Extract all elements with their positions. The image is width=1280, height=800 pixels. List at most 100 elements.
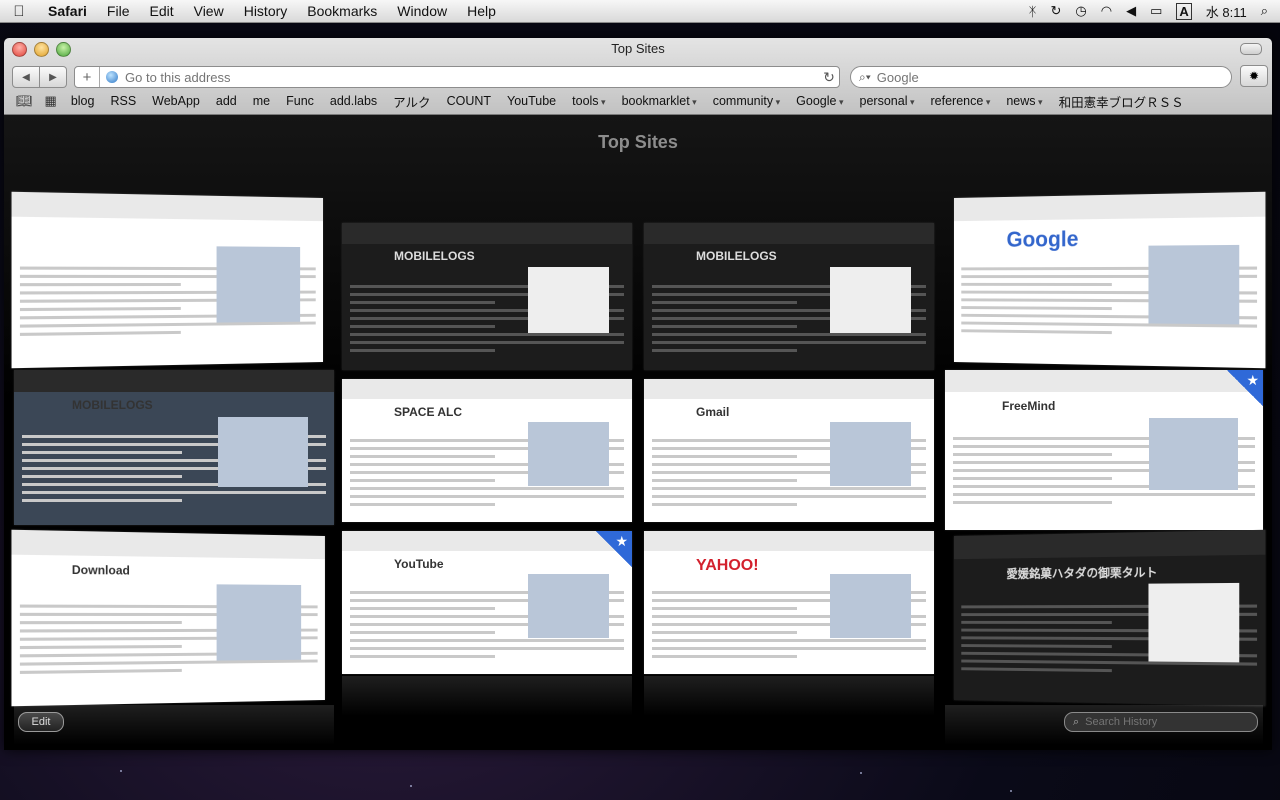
thumbnail-headline: Download xyxy=(71,562,130,578)
toolbar-toggle-button[interactable] xyxy=(1240,43,1262,55)
add-bookmark-button[interactable]: + xyxy=(75,67,100,87)
back-button[interactable]: ◀ xyxy=(12,66,40,88)
menu-bookmarks[interactable]: Bookmarks xyxy=(297,3,387,19)
edit-button[interactable]: Edit xyxy=(18,712,64,732)
bookmark-item[interactable]: Func xyxy=(278,94,322,108)
thumbnail-text-line xyxy=(19,306,181,311)
desktop-star xyxy=(860,772,862,774)
thumbnail-text-line xyxy=(350,479,495,483)
bookmark-item[interactable]: blog xyxy=(63,94,103,108)
bookmark-item[interactable]: Google ▾ xyxy=(788,94,851,108)
reload-icon[interactable]: ↻ xyxy=(819,69,839,86)
bookmark-label: me xyxy=(252,94,271,108)
menu-help[interactable]: Help xyxy=(457,3,506,19)
bookmark-item[interactable]: WebApp xyxy=(144,94,208,108)
bookmark-item[interactable]: tools ▾ xyxy=(564,94,613,108)
battery-icon[interactable]: ▭ xyxy=(1150,3,1162,19)
menu-app-safari[interactable]: Safari xyxy=(38,3,97,19)
search-input[interactable] xyxy=(874,68,1231,86)
bookmark-label: bookmarklet xyxy=(621,94,690,108)
top-site-yahoo[interactable]: YAHOO! xyxy=(644,531,934,674)
thumbnail-text-line xyxy=(652,487,926,491)
bookmark-item[interactable]: add.labs xyxy=(322,94,385,108)
thumbnail-text-line xyxy=(953,477,1112,481)
bookmark-item[interactable]: community ▾ xyxy=(705,94,788,108)
thumbnail-text-line xyxy=(350,455,495,459)
bookmark-item[interactable]: add xyxy=(208,94,245,108)
menu-history[interactable]: History xyxy=(234,3,298,19)
top-site-google[interactable]: Google xyxy=(953,191,1266,369)
address-input[interactable] xyxy=(123,68,819,86)
time-machine-icon[interactable]: ◷ xyxy=(1075,3,1086,19)
thumbnail-text-line xyxy=(652,495,926,499)
thumbnail-text-line xyxy=(652,639,926,643)
input-method-icon[interactable]: A xyxy=(1176,2,1192,20)
top-site-mobilelogs-2[interactable]: MOBILELOGS xyxy=(644,223,934,370)
desktop-star xyxy=(1010,790,1012,792)
thumbnail-headline: YAHOO! xyxy=(696,557,759,574)
top-sites-view: Top Sites MOBILELOGS MOBILELOGS Google MOBI… xyxy=(4,115,1272,750)
top-site-gmail[interactable]: Gmail xyxy=(644,379,934,522)
thumbnail-header xyxy=(11,529,325,559)
bookmark-label: 和田憲幸ブログＲＳＳ xyxy=(1058,95,1184,110)
thumbnail-header xyxy=(953,529,1266,559)
bug-icon[interactable]: ✹ xyxy=(1240,65,1268,87)
sync-icon[interactable]: ↻ xyxy=(1050,3,1061,19)
spotlight-icon[interactable]: ⌕ xyxy=(1261,3,1268,19)
thumbnail-image xyxy=(830,422,911,486)
top-site-hatada-tart[interactable]: 愛媛銘菓ハタダの御栗タルト xyxy=(953,529,1266,707)
menu-window[interactable]: Window xyxy=(387,3,457,19)
volume-icon[interactable]: ◀ xyxy=(1126,3,1136,19)
chevron-down-icon: ▾ xyxy=(598,97,606,107)
thumbnail-text-line xyxy=(652,647,926,651)
thumbnail-reflection xyxy=(644,676,934,716)
thumbnail-headline: FreeMind xyxy=(1002,399,1056,413)
bookmark-item[interactable]: YouTube xyxy=(499,94,564,108)
wifi-icon[interactable]: ◠ xyxy=(1101,3,1112,19)
top-site-apple-site[interactable] xyxy=(11,191,324,369)
bookmark-label: アルク xyxy=(393,95,431,110)
nav-buttons: ◀ ▶ xyxy=(12,66,67,88)
bookmark-label: reference xyxy=(930,94,984,108)
top-site-space-alc[interactable]: SPACE ALC xyxy=(342,379,632,522)
thumbnail-image xyxy=(1148,582,1240,663)
search-icon[interactable]: ⌕▾ xyxy=(859,70,871,85)
thumbnail-text-line xyxy=(652,324,797,328)
menu-clock[interactable]: 水 8:11 xyxy=(1206,2,1247,21)
bluetooth-icon[interactable]: ᛡ xyxy=(1029,4,1037,19)
bookmark-item[interactable]: 和田憲幸ブログＲＳＳ xyxy=(1051,92,1192,111)
pinned-star-icon: ★ xyxy=(1227,370,1263,406)
menu-edit[interactable]: Edit xyxy=(139,3,183,19)
open-book-icon[interactable]: 📖︎ xyxy=(10,93,39,109)
menu-view[interactable]: View xyxy=(184,3,234,19)
thumbnail-text-line xyxy=(652,631,797,635)
bookmark-label: add xyxy=(215,94,237,108)
grid-icon[interactable]: ▦ xyxy=(39,93,63,109)
bookmark-item[interactable]: アルク xyxy=(385,92,438,111)
thumbnail-text-line xyxy=(350,607,495,611)
chevron-down-icon: ▾ xyxy=(836,97,844,107)
bookmark-item[interactable]: RSS xyxy=(102,94,144,108)
apple-menu-icon[interactable]:  xyxy=(0,3,38,20)
bookmark-item[interactable]: personal ▾ xyxy=(852,94,923,108)
bookmark-item[interactable]: me xyxy=(245,94,278,108)
thumbnail-headline: 愛媛銘菓ハタダの御栗タルト xyxy=(1006,565,1158,581)
top-site-freemind-download[interactable]: Download xyxy=(11,529,325,707)
bookmark-item[interactable]: reference ▾ xyxy=(923,94,999,108)
bookmark-item[interactable]: bookmarklet ▾ xyxy=(614,94,705,108)
history-search-input[interactable] xyxy=(1083,715,1238,729)
top-site-freemind-wiki[interactable]: FreeMind ★ xyxy=(945,370,1263,530)
bookmark-label: news xyxy=(1006,94,1036,108)
thumbnail-reflection xyxy=(342,676,632,716)
forward-button[interactable]: ▶ xyxy=(40,66,67,88)
top-site-youtube[interactable]: YouTube ★ xyxy=(342,531,632,674)
top-site-mobilelogs-3[interactable]: MOBILELOGS xyxy=(14,370,334,525)
bookmark-label: personal xyxy=(859,94,908,108)
top-site-mobilelogs-1[interactable]: MOBILELOGS xyxy=(342,223,632,370)
thumbnail-text-line xyxy=(961,329,1112,334)
bookmark-item[interactable]: news ▾ xyxy=(998,94,1050,108)
bookmark-item[interactable]: COUNT xyxy=(439,94,499,108)
menu-file[interactable]: File xyxy=(97,3,140,19)
thumbnail-text-line xyxy=(350,332,624,336)
thumbnail-text-line xyxy=(19,330,181,336)
